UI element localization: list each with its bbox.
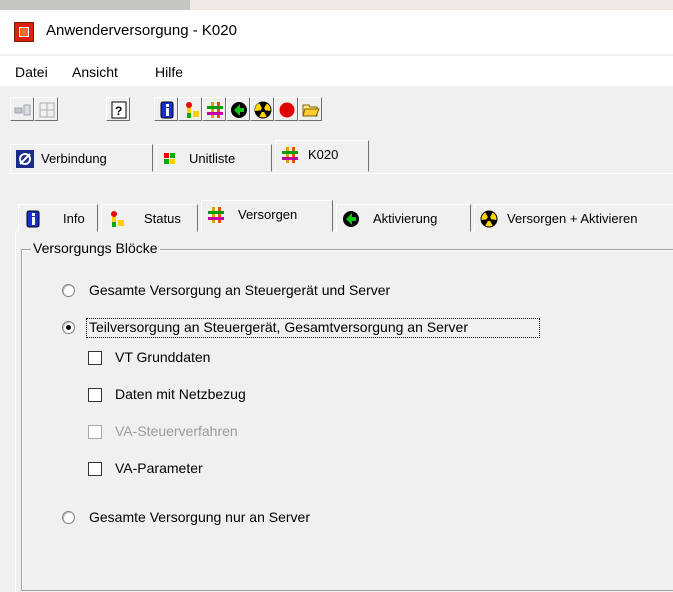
menu-hilfe[interactable]: Hilfe: [155, 64, 183, 80]
radio-teilversorgung[interactable]: [62, 321, 75, 334]
checkbox-label-vt-grunddaten[interactable]: VT Grunddaten: [115, 349, 210, 365]
tab-info[interactable]: Info: [18, 204, 98, 232]
open-button[interactable]: [298, 97, 322, 121]
tab-aktivierung[interactable]: Aktivierung: [336, 204, 471, 232]
connect-button[interactable]: [10, 97, 34, 121]
radio-label-teilversorgung[interactable]: Teilversorgung an Steuergerät, Gesamtver…: [89, 319, 468, 335]
versorgen-aktivieren-button[interactable]: [250, 97, 274, 121]
sub-tab-strip: Info Status Versorgen Aktivierung Versor…: [0, 196, 673, 236]
stop-button[interactable]: [274, 97, 298, 121]
radio-label-gesamte-versorgung-steuergeraet-server[interactable]: Gesamte Versorgung an Steuergerät und Se…: [89, 282, 390, 298]
tab-k020-label: K020: [308, 147, 339, 162]
network-button[interactable]: [34, 97, 58, 121]
versorgen-icon: [208, 207, 224, 223]
tab-verbindung[interactable]: Verbindung: [10, 144, 153, 172]
checkbox-va-parameter[interactable]: [88, 462, 102, 476]
help-icon: ?: [111, 101, 127, 119]
radiation-icon: [480, 210, 498, 228]
activate-button[interactable]: [226, 97, 250, 121]
checkbox-label-va-steuerverfahren: VA-Steuerverfahren: [115, 423, 238, 439]
versorgen-icon: [282, 147, 298, 163]
tab-versorgen[interactable]: Versorgen: [201, 200, 333, 232]
versorgen-button[interactable]: [202, 97, 226, 121]
radio-label-gesamte-versorgung-nur-server[interactable]: Gesamte Versorgung nur an Server: [89, 509, 310, 525]
menu-ansicht[interactable]: Ansicht: [72, 64, 118, 80]
versorgungs-bloecke-group: [21, 249, 673, 591]
unitlist-icon: [164, 153, 175, 164]
tab-verbindung-label: Verbindung: [41, 151, 107, 166]
checkbox-label-va-parameter[interactable]: VA-Parameter: [115, 460, 203, 476]
tab-versorgen-aktivieren-label: Versorgen + Aktivieren: [507, 211, 638, 226]
status-icon: [186, 102, 199, 118]
checkbox-vt-grunddaten[interactable]: [88, 351, 102, 365]
tab-unitliste-label: Unitliste: [189, 151, 236, 166]
tab-strip-line: [8, 173, 673, 174]
satellite-icon: [16, 150, 34, 168]
info-button[interactable]: [154, 97, 178, 121]
folder-open-icon: [302, 104, 320, 117]
connect-icon: [14, 104, 31, 116]
tab-k020[interactable]: K020: [275, 140, 369, 172]
radio-gesamte-versorgung-steuergeraet-server[interactable]: [62, 284, 75, 297]
radiation-icon: [254, 101, 272, 119]
info-icon: [160, 101, 174, 119]
checkbox-va-steuerverfahren: [88, 425, 102, 439]
info-icon: [26, 210, 40, 228]
versorgen-icon: [207, 102, 223, 118]
group-title: Versorgungs Blöcke: [31, 240, 160, 256]
status-icon: [111, 211, 124, 227]
help-button[interactable]: ?: [106, 97, 130, 121]
menu-datei[interactable]: Datei: [15, 64, 48, 80]
activate-icon: [343, 211, 359, 227]
tab-status-label: Status: [144, 211, 181, 226]
network-icon: [39, 102, 55, 118]
desktop-strip: [0, 0, 673, 10]
title-bar[interactable]: Anwenderversorgung - K020: [0, 10, 673, 54]
tab-versorgen-aktivieren[interactable]: Versorgen + Aktivieren: [474, 204, 673, 232]
toolbar: ?: [0, 92, 673, 132]
desktop-shade: [0, 0, 190, 10]
stop-icon: [279, 102, 295, 118]
checkbox-label-daten-mit-netzbezug[interactable]: Daten mit Netzbezug: [115, 386, 246, 402]
app-icon[interactable]: [14, 22, 34, 42]
tab-unitliste[interactable]: Unitliste: [156, 144, 272, 172]
status-button[interactable]: [178, 97, 202, 121]
tab-info-label: Info: [63, 211, 85, 226]
tab-status[interactable]: Status: [101, 204, 198, 232]
activate-icon: [231, 102, 247, 118]
radio-selected-dot: [66, 325, 71, 330]
radio-gesamte-versorgung-nur-server[interactable]: [62, 511, 75, 524]
top-tab-strip: Verbindung Unitliste K020: [0, 136, 673, 176]
tab-aktivierung-label: Aktivierung: [373, 211, 438, 226]
svg-text:?: ?: [115, 104, 122, 118]
window-title: Anwenderversorgung - K020: [46, 22, 237, 39]
checkbox-daten-mit-netzbezug[interactable]: [88, 388, 102, 402]
tab-versorgen-label: Versorgen: [238, 207, 298, 222]
menu-bar: Datei Ansicht Hilfe: [0, 56, 673, 86]
